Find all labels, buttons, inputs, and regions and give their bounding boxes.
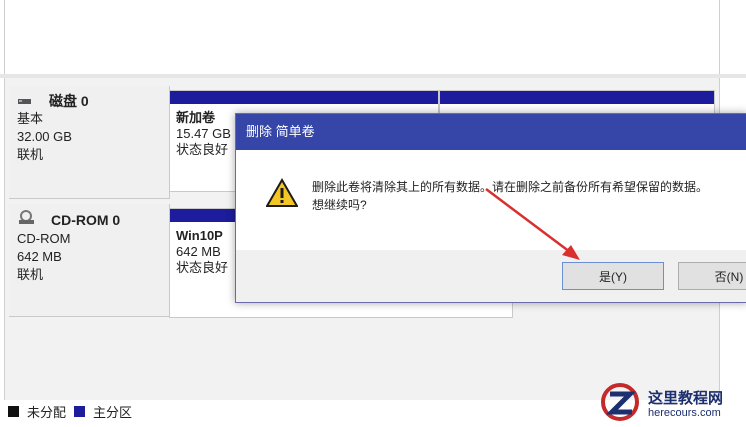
yes-button[interactable]: 是(Y) bbox=[562, 262, 664, 290]
disk-0-size: 32.00 GB bbox=[17, 129, 72, 144]
warning-icon bbox=[265, 177, 299, 214]
cdrom-0-size: 642 MB bbox=[17, 249, 62, 264]
watermark-logo-icon bbox=[598, 382, 642, 427]
no-button[interactable]: 否(N) bbox=[678, 262, 746, 290]
disk-0-status: 联机 bbox=[17, 147, 44, 162]
legend-primary: 主分区 bbox=[93, 405, 133, 420]
cd-drive-icon bbox=[17, 210, 37, 230]
cdrom-0-title: CD-ROM 0 bbox=[17, 210, 169, 230]
annotation-arrow-icon bbox=[485, 188, 580, 260]
watermark-url: herecours.com bbox=[648, 406, 721, 419]
cdrom-0-status: 联机 bbox=[17, 267, 44, 282]
hard-disk-icon bbox=[17, 92, 33, 110]
disk-0-type: 基本 bbox=[17, 111, 44, 126]
primary-partition-bar bbox=[440, 91, 714, 104]
cdrom-0-type: CD-ROM bbox=[17, 231, 71, 246]
watermark: 这里教程网 herecours.com bbox=[598, 382, 723, 427]
legend-unallocated: 未分配 bbox=[27, 405, 67, 420]
cdrom-0-label[interactable]: CD-ROM 0 CD-ROM 642 MB 联机 bbox=[9, 204, 170, 317]
dialog-title[interactable]: 删除 简单卷 bbox=[236, 114, 746, 150]
primary-partition-swatch bbox=[74, 406, 86, 417]
disk-0-label[interactable]: 磁盘 0 基本 32.00 GB 联机 bbox=[9, 86, 170, 199]
primary-partition-bar bbox=[170, 91, 438, 104]
watermark-title: 这里教程网 bbox=[648, 389, 724, 407]
disk-0-name: 磁盘 0 bbox=[49, 93, 89, 109]
disk-0-title: 磁盘 0 bbox=[17, 92, 169, 110]
unallocated-swatch bbox=[8, 406, 19, 417]
partition-legend: 未分配 主分区 bbox=[8, 402, 132, 421]
volume-list-pane[interactable] bbox=[4, 0, 720, 75]
cdrom-0-name: CD-ROM 0 bbox=[51, 212, 121, 228]
